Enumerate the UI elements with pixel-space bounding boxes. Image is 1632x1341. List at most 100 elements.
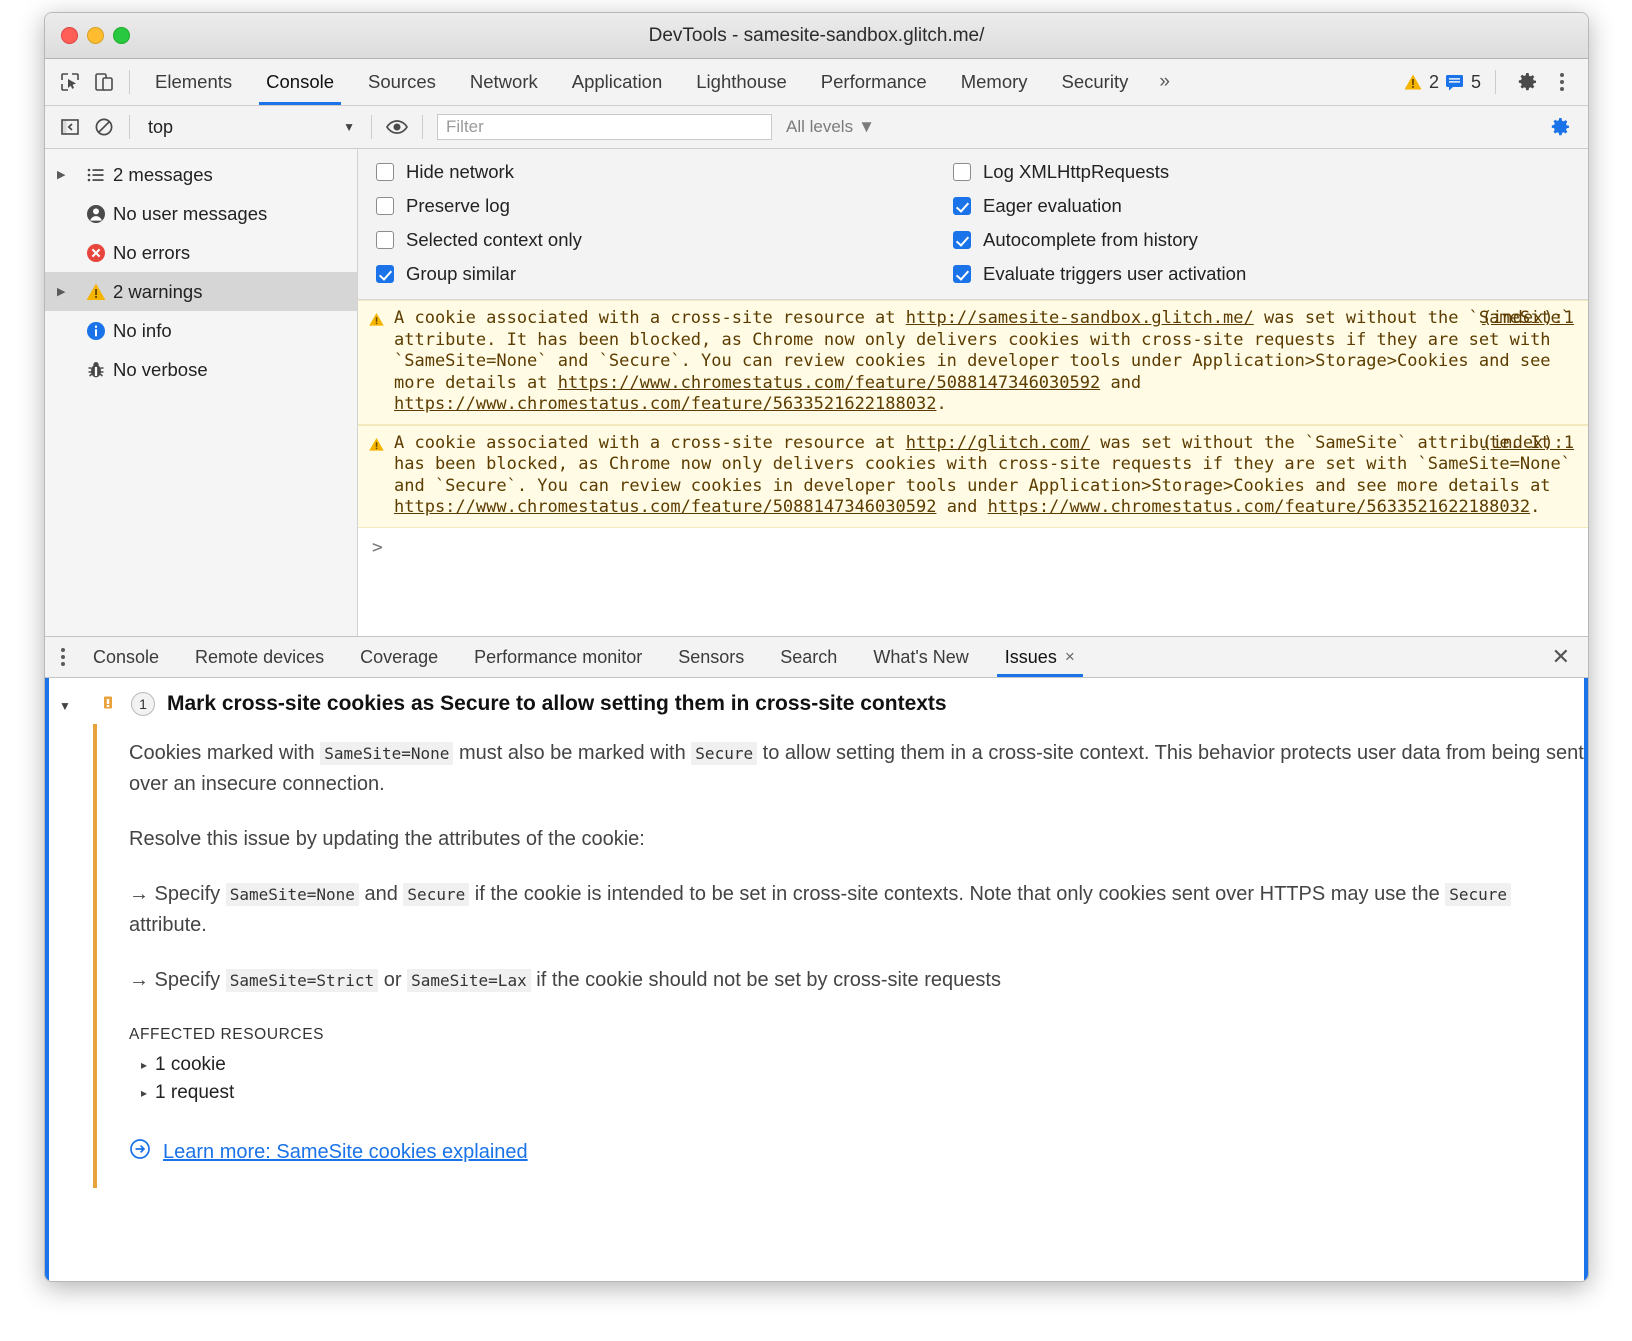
drawer-tab-performance-monitor[interactable]: Performance monitor	[456, 637, 660, 677]
setting-eager-evaluation[interactable]: Eager evaluation	[953, 195, 1588, 217]
warning-icon	[368, 433, 394, 519]
expand-arrow-icon[interactable]: ▶	[57, 285, 79, 298]
setting-label: Autocomplete from history	[983, 229, 1198, 251]
expand-arrow-icon[interactable]: ▸	[141, 1058, 147, 1072]
console-settings-gear-icon[interactable]	[1546, 111, 1580, 143]
checkbox[interactable]	[953, 197, 971, 215]
console-message-text: A cookie associated with a cross-site re…	[394, 433, 1578, 519]
tab-console[interactable]: Console	[249, 59, 351, 105]
drawer-tab-search[interactable]: Search	[762, 637, 855, 677]
tab-performance[interactable]: Performance	[804, 59, 944, 105]
tab-application[interactable]: Application	[555, 59, 680, 105]
checkbox[interactable]	[953, 163, 971, 181]
warning-count-badge[interactable]: 2	[1403, 72, 1439, 93]
tab-label: Elements	[155, 71, 232, 93]
close-icon[interactable]: ×	[1065, 647, 1075, 667]
setting-evaluate-triggers-user-activation[interactable]: Evaluate triggers user activation	[953, 263, 1588, 285]
close-drawer-icon[interactable]: ✕	[1534, 644, 1588, 670]
setting-label: Log XMLHttpRequests	[983, 161, 1169, 183]
tab-security[interactable]: Security	[1045, 59, 1146, 105]
tab-label: Search	[780, 647, 837, 668]
sidebar-item-warnings[interactable]: ▶ 2 warnings	[45, 272, 357, 311]
sidebar-item-label: No info	[113, 320, 172, 342]
sidebar-item-info[interactable]: No info	[45, 311, 357, 350]
more-options-icon[interactable]	[1550, 73, 1574, 91]
setting-hide-network[interactable]: Hide network	[376, 161, 943, 183]
checkbox[interactable]	[376, 163, 394, 181]
setting-selected-context-only[interactable]: Selected context only	[376, 229, 943, 251]
issue-title: Mark cross-site cookies as Secure to all…	[167, 692, 947, 716]
setting-log-xmlhttprequests[interactable]: Log XMLHttpRequests	[953, 161, 1588, 183]
tab-memory[interactable]: Memory	[944, 59, 1045, 105]
issue-header[interactable]: ▼ 1 Mark cross-site cookies as Secure to…	[45, 692, 1588, 724]
setting-label: Preserve log	[406, 195, 510, 217]
drawer-tab-whats-new[interactable]: What's New	[855, 637, 986, 677]
msg-link-origin[interactable]: http://samesite-sandbox.glitch.me/	[906, 308, 1254, 328]
collapse-arrow-icon[interactable]: ▼	[59, 699, 71, 713]
checkbox[interactable]	[376, 197, 394, 215]
devtools-window: DevTools - samesite-sandbox.glitch.me/ E…	[44, 12, 1589, 1282]
drawer-tab-remote-devices[interactable]: Remote devices	[177, 637, 342, 677]
expand-arrow-icon[interactable]: ▶	[57, 168, 79, 181]
checkbox[interactable]	[953, 265, 971, 283]
settings-gear-icon[interactable]	[1510, 66, 1544, 98]
inspect-element-icon[interactable]	[53, 66, 87, 98]
log-level-selector[interactable]: All levels ▼	[786, 117, 875, 137]
console-warning-message[interactable]: A cookie associated with a cross-site re…	[358, 300, 1588, 425]
drawer-more-options-icon[interactable]	[51, 648, 75, 666]
drawer-tab-coverage[interactable]: Coverage	[342, 637, 456, 677]
sidebar-item-label: No verbose	[113, 359, 208, 381]
affected-resource-cookie[interactable]: ▸ 1 cookie	[141, 1054, 1588, 1076]
sidebar-item-verbose[interactable]: No verbose	[45, 350, 357, 389]
affected-resource-label: 1 request	[155, 1082, 234, 1104]
console-message-source-link[interactable]: (index):1	[1482, 308, 1574, 330]
execution-context-selector[interactable]: top ▼	[138, 117, 363, 138]
bug-icon	[79, 359, 113, 381]
msg-link-origin[interactable]: http://glitch.com/	[906, 433, 1090, 453]
tab-label: Security	[1062, 71, 1129, 93]
checkbox[interactable]	[953, 231, 971, 249]
issue-count: 5	[1471, 72, 1481, 93]
setting-label: Evaluate triggers user activation	[983, 263, 1246, 285]
learn-more-link[interactable]: Learn more: SameSite cookies explained	[163, 1141, 528, 1164]
checkbox[interactable]	[376, 265, 394, 283]
toggle-console-sidebar-icon[interactable]	[53, 111, 87, 143]
setting-preserve-log[interactable]: Preserve log	[376, 195, 943, 217]
sidebar-item-user-messages[interactable]: No user messages	[45, 194, 357, 233]
msg-part: .	[1530, 497, 1540, 517]
drawer-tab-bar: Console Remote devices Coverage Performa…	[45, 636, 1588, 678]
checkbox[interactable]	[376, 231, 394, 249]
live-expression-eye-icon[interactable]	[380, 111, 414, 143]
tab-lighthouse[interactable]: Lighthouse	[679, 59, 804, 105]
msg-link-feature-1[interactable]: https://www.chromestatus.com/feature/508…	[558, 373, 1100, 393]
tab-sources[interactable]: Sources	[351, 59, 453, 105]
affected-resource-request[interactable]: ▸ 1 request	[141, 1082, 1588, 1104]
tab-elements[interactable]: Elements	[138, 59, 249, 105]
code-samesite-strict: SameSite=Strict	[226, 969, 379, 992]
code-samesite-none: SameSite=None	[320, 742, 453, 765]
clear-console-icon[interactable]	[87, 111, 121, 143]
drawer-tab-sensors[interactable]: Sensors	[660, 637, 762, 677]
console-message-source-link[interactable]: (index):1	[1482, 433, 1574, 455]
sidebar-item-messages[interactable]: ▶ 2 messages	[45, 155, 357, 194]
more-tabs-icon[interactable]: »	[1145, 71, 1184, 93]
console-prompt[interactable]: >	[358, 528, 1588, 568]
learn-more-row[interactable]: Learn more: SameSite cookies explained	[129, 1138, 1588, 1166]
setting-autocomplete-from-history[interactable]: Autocomplete from history	[953, 229, 1588, 251]
setting-group-similar[interactable]: Group similar	[376, 263, 943, 285]
console-filter-input[interactable]: Filter	[437, 114, 772, 140]
msg-link-feature-1[interactable]: https://www.chromestatus.com/feature/508…	[394, 497, 936, 517]
issue-count-badge[interactable]: 5	[1445, 72, 1481, 93]
code-samesite-none: SameSite=None	[226, 883, 359, 906]
sidebar-item-errors[interactable]: No errors	[45, 233, 357, 272]
device-toolbar-icon[interactable]	[87, 66, 121, 98]
msg-link-feature-2[interactable]: https://www.chromestatus.com/feature/563…	[988, 497, 1530, 517]
drawer-tab-console[interactable]: Console	[75, 637, 177, 677]
msg-link-feature-2[interactable]: https://www.chromestatus.com/feature/563…	[394, 394, 936, 414]
msg-part: and	[1100, 373, 1141, 393]
console-toolbar-divider	[129, 115, 130, 139]
drawer-tab-issues[interactable]: Issues ×	[987, 637, 1093, 677]
expand-arrow-icon[interactable]: ▸	[141, 1086, 147, 1100]
tab-network[interactable]: Network	[453, 59, 555, 105]
console-warning-message[interactable]: A cookie associated with a cross-site re…	[358, 425, 1588, 528]
